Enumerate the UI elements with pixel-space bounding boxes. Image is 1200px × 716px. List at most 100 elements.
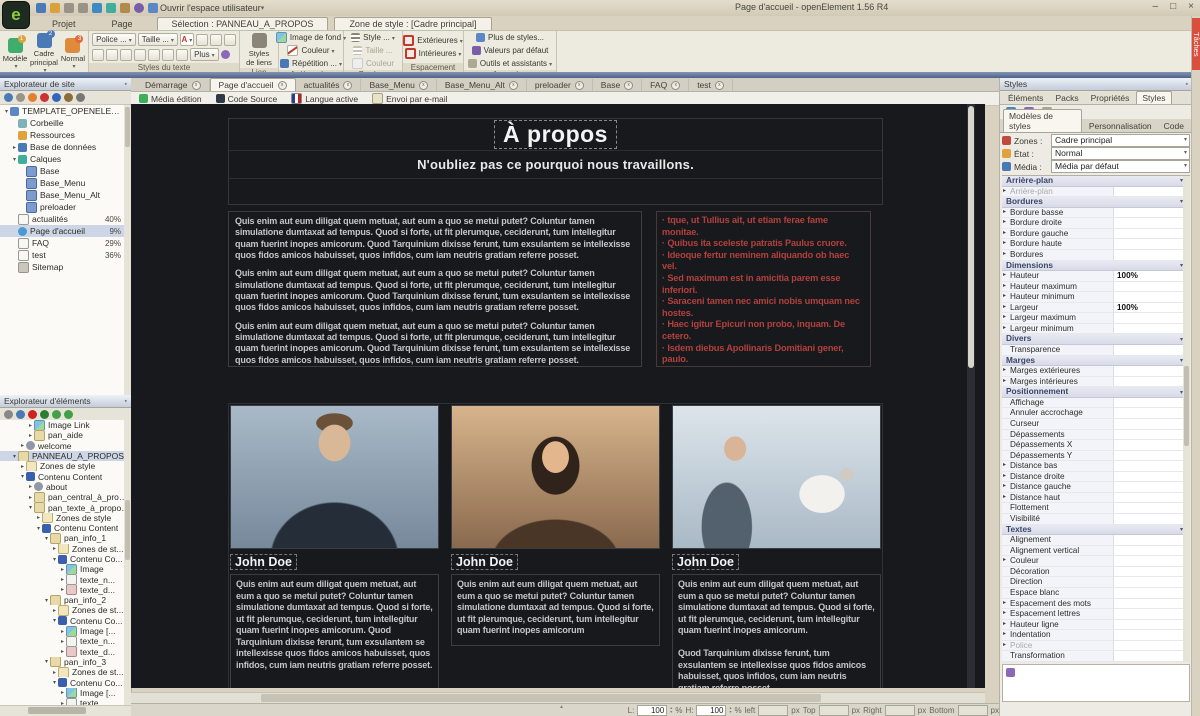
ribbon-row-button[interactable]: Style ...: [351, 32, 395, 43]
refresh-icon[interactable]: [16, 410, 25, 419]
style-property-row[interactable]: Décoration: [1002, 567, 1190, 578]
menu-page[interactable]: Page: [94, 18, 151, 30]
pin-icon[interactable]: ▪: [125, 398, 127, 405]
expand-arrow-icon[interactable]: [3, 108, 10, 115]
close-tab-icon[interactable]: x: [671, 81, 680, 90]
style-property-row[interactable]: Flottement: [1002, 503, 1190, 514]
ribbon-row-button[interactable]: Taille ...: [353, 45, 392, 56]
tree-item[interactable]: pan_central_à_propos: [0, 492, 131, 502]
document-tab[interactable]: preloader x: [527, 79, 593, 91]
ribbon-row-button[interactable]: Image de fond: [276, 32, 346, 43]
tree-item[interactable]: Image: [0, 564, 131, 574]
document-tab[interactable]: Base_Menu_Alt x: [437, 79, 527, 91]
style-property-row[interactable]: Bordure haute: [1002, 239, 1190, 250]
close-button[interactable]: ×: [1188, 1, 1194, 12]
bottom-input[interactable]: [958, 705, 988, 716]
style-property-row[interactable]: Direction: [1002, 577, 1190, 588]
team-card[interactable]: John Doe Quis enim aut eum diligat quem …: [230, 405, 439, 688]
intro-bullet-list[interactable]: tque, ut Tullius ait, ut etiam ferae fam…: [656, 211, 871, 367]
tree-item[interactable]: Contenu Content: [0, 523, 131, 533]
tree-item[interactable]: actualités 40%: [0, 213, 131, 225]
delete-icon[interactable]: [28, 410, 37, 419]
photo-3[interactable]: [672, 405, 881, 549]
document-tab[interactable]: Démarrage x: [137, 79, 210, 91]
tree-item[interactable]: Image [...: [0, 626, 131, 636]
style-property-row[interactable]: Largeur maximum: [1002, 313, 1190, 324]
tree-item[interactable]: Image [...: [0, 688, 131, 698]
expand-arrow-icon[interactable]: [27, 504, 34, 511]
edit-toolbar-button[interactable]: Média édition: [139, 94, 202, 104]
panel-tab[interactable]: Packs: [1050, 92, 1083, 104]
tree-item[interactable]: texte_d...: [0, 647, 131, 657]
panel-tab[interactable]: Styles: [1136, 91, 1171, 104]
expand-arrow-icon[interactable]: [59, 566, 66, 573]
format-icon-button[interactable]: [106, 49, 118, 61]
format-icon-button[interactable]: [210, 34, 222, 46]
tree-item[interactable]: pan_info_3: [0, 657, 131, 667]
style-property-row[interactable]: Transparence: [1002, 345, 1190, 356]
panel-tab[interactable]: Éléments: [1003, 92, 1048, 104]
edit-toolbar-button[interactable]: Langue active: [291, 93, 358, 104]
close-tab-icon[interactable]: x: [278, 81, 287, 90]
ribbon-big-button[interactable]: 3 Normal: [60, 37, 86, 70]
save-icon[interactable]: [36, 3, 46, 13]
expand-arrow-icon[interactable]: [51, 679, 58, 686]
ribbon-row-button[interactable]: Intérieures: [405, 48, 462, 59]
page-header-section[interactable]: À propos N'oubliez pas ce pourquoi nous …: [228, 118, 883, 205]
context-dropdown[interactable]: Cadre principal: [1051, 134, 1190, 147]
tree-item[interactable]: Base_Menu_Alt: [0, 189, 131, 201]
intro-paragraphs[interactable]: Quis enim aut eum diligat quem metuat, a…: [228, 211, 642, 367]
tree-item[interactable]: Zones de st...: [0, 544, 131, 554]
tree-item[interactable]: Base de données: [0, 141, 131, 153]
ribbon-big-button[interactable]: 2 Cadre principal: [30, 32, 58, 74]
style-property-row[interactable]: Distance bas: [1002, 461, 1190, 472]
style-property-row[interactable]: Affichage: [1002, 398, 1190, 409]
style-property-row[interactable]: Visibilité: [1002, 514, 1190, 525]
expand-arrow-icon[interactable]: [51, 545, 58, 552]
style-property-row[interactable]: Espace blanc: [1002, 588, 1190, 599]
expand-arrow-icon[interactable]: [51, 669, 58, 676]
tree-item[interactable]: Page d'accueil 9%: [0, 225, 131, 237]
panel-subtab[interactable]: Modèles de styles: [1003, 109, 1082, 132]
style-property-row[interactable]: Espacement lettres: [1002, 609, 1190, 620]
tree-item[interactable]: Sitemap: [0, 261, 131, 273]
tree-item[interactable]: Zones de style: [0, 461, 131, 471]
tree-item[interactable]: Contenu Content: [0, 471, 131, 481]
blue-ball-icon[interactable]: [52, 93, 61, 102]
team-member-name[interactable]: John Doe: [230, 554, 297, 570]
undo-icon[interactable]: [64, 3, 74, 13]
photo-1[interactable]: [230, 405, 439, 549]
tree-item[interactable]: preloader: [0, 201, 131, 213]
gear-icon[interactable]: [16, 93, 25, 102]
expand-arrow-icon[interactable]: [43, 535, 50, 542]
gray-ball-icon[interactable]: [76, 93, 85, 102]
expand-arrow-icon[interactable]: [43, 597, 50, 604]
maximize-button[interactable]: □: [1170, 1, 1176, 12]
folder-icon[interactable]: [64, 93, 73, 102]
edit-toolbar-button[interactable]: Envoi par e-mail: [372, 93, 447, 104]
close-tab-icon[interactable]: x: [624, 81, 633, 90]
document-tab[interactable]: actualités x: [296, 79, 362, 91]
style-property-row[interactable]: Dépassements X: [1002, 440, 1190, 451]
context-dropdown[interactable]: Média par défaut: [1051, 160, 1190, 173]
document-tab[interactable]: Base x: [593, 79, 642, 91]
format-icon-button[interactable]: [162, 49, 174, 61]
scrollbar-vertical[interactable]: [124, 420, 131, 706]
style-property-row[interactable]: Bordure gauche: [1002, 229, 1190, 240]
style-property-row[interactable]: Police: [1002, 641, 1190, 652]
tree-item[interactable]: texte_d...: [0, 585, 131, 595]
style-property-row[interactable]: Espacement des mots: [1002, 599, 1190, 610]
minimize-button[interactable]: –: [1153, 1, 1159, 12]
globe-icon[interactable]: [106, 3, 116, 13]
format-icon-button[interactable]: [148, 49, 160, 61]
style-property-row[interactable]: Hauteur 100%: [1002, 271, 1190, 282]
tree-item[interactable]: pan_info_2: [0, 595, 131, 605]
ribbon-row-button[interactable]: Répétition ...: [280, 58, 342, 69]
team-card[interactable]: John Doe Quis enim aut eum diligat quem …: [672, 405, 881, 688]
document-tab[interactable]: Base_Menu x: [361, 79, 436, 91]
close-tab-icon[interactable]: x: [343, 81, 352, 90]
page-title[interactable]: À propos: [494, 120, 617, 149]
format-icon-button[interactable]: [134, 49, 146, 61]
font-dropdown[interactable]: Police ...: [92, 33, 136, 46]
expand-arrow-icon[interactable]: [59, 586, 66, 593]
